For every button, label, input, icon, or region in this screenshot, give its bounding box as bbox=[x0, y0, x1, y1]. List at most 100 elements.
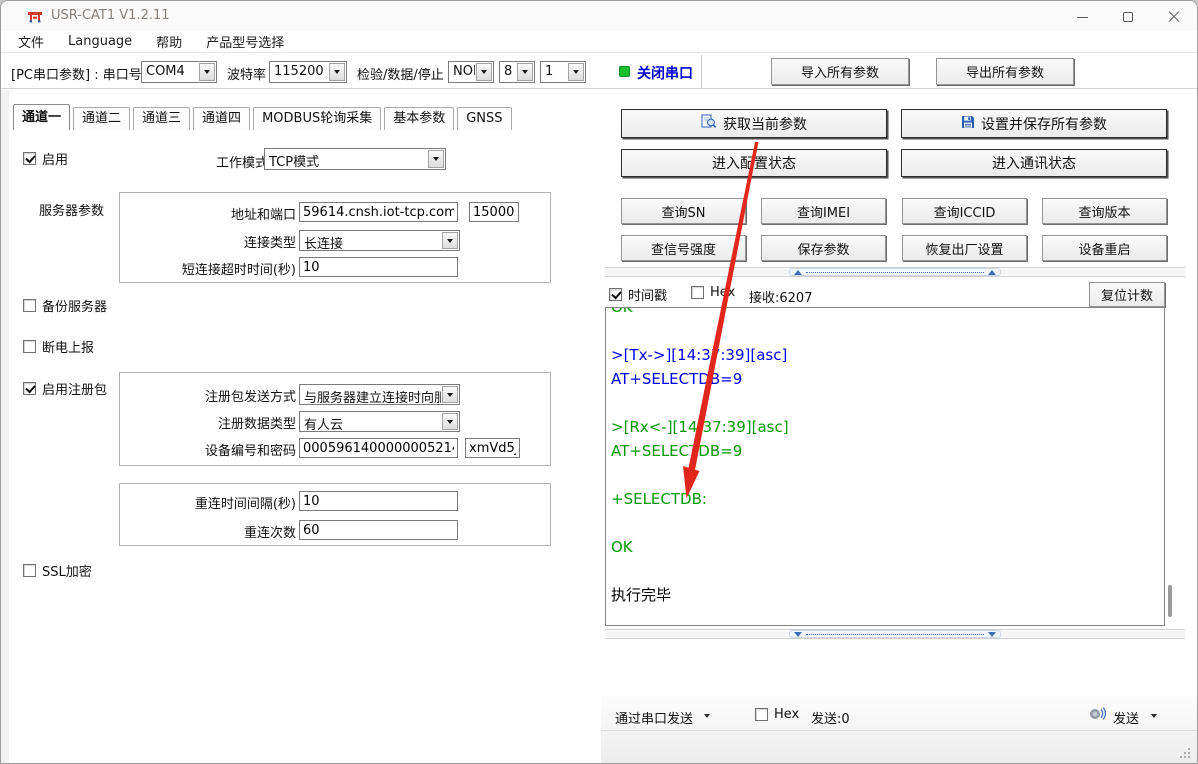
address-port-label: 地址和端口 bbox=[124, 204, 296, 223]
tab-basic-params[interactable]: 基本参数 bbox=[384, 107, 454, 130]
send-text-input-area[interactable] bbox=[605, 641, 1185, 695]
device-id-input[interactable] bbox=[299, 438, 458, 458]
query-signal-button[interactable]: 查信号强度 bbox=[621, 235, 746, 261]
export-params-button[interactable]: 导出所有参数 bbox=[936, 58, 1074, 85]
splitter-collapse-handle[interactable] bbox=[789, 630, 1001, 638]
checkbox-box[interactable] bbox=[23, 564, 36, 577]
device-password-input[interactable] bbox=[465, 438, 520, 458]
reconnect-interval-input[interactable] bbox=[299, 491, 458, 511]
chevron-down-icon[interactable] bbox=[1151, 714, 1157, 718]
splitter-top[interactable] bbox=[605, 267, 1185, 277]
chevron-down-icon[interactable] bbox=[199, 63, 215, 81]
reg-data-type-select[interactable]: 有人云 bbox=[299, 411, 460, 432]
timestamp-checkbox[interactable]: 时间戳 bbox=[609, 285, 667, 304]
server-port-input[interactable] bbox=[469, 202, 519, 222]
enable-checkbox[interactable]: 启用 bbox=[23, 149, 68, 168]
chevron-down-icon[interactable] bbox=[568, 63, 584, 81]
server-address-input[interactable] bbox=[299, 202, 458, 222]
query-iccid-button[interactable]: 查询ICCID bbox=[902, 198, 1027, 224]
chevron-down-icon[interactable] bbox=[442, 386, 458, 403]
enable-reg-pkg-checkbox[interactable]: 启用注册包 bbox=[23, 379, 107, 398]
stopbits-select[interactable]: 1 bbox=[540, 61, 586, 83]
menubar: 文件 Language 帮助 产品型号选择 bbox=[1, 31, 1197, 52]
chevron-down-icon[interactable] bbox=[329, 63, 345, 81]
tab-channel-4[interactable]: 通道四 bbox=[193, 107, 250, 130]
chevron-down-icon[interactable] bbox=[704, 714, 710, 718]
power-off-report-checkbox[interactable]: 断电上报 bbox=[23, 337, 94, 356]
checkbox-box[interactable] bbox=[23, 340, 36, 353]
checkbox-box[interactable] bbox=[23, 152, 36, 165]
com-port-select[interactable]: COM4 bbox=[141, 61, 217, 83]
checkbox-box[interactable] bbox=[23, 299, 36, 312]
log-scrollbar-thumb[interactable] bbox=[1168, 585, 1172, 617]
enter-config-button[interactable]: 进入配置状态 bbox=[621, 149, 887, 177]
tab-channel-1[interactable]: 通道一 bbox=[13, 104, 70, 130]
maximize-button[interactable] bbox=[1105, 1, 1151, 33]
reg-data-type-label: 注册数据类型 bbox=[124, 413, 296, 432]
tab-gnss[interactable]: GNSS bbox=[457, 107, 511, 130]
menu-language[interactable]: Language bbox=[68, 34, 132, 49]
floppy-disk-icon bbox=[961, 115, 975, 133]
tab-modbus-poll[interactable]: MODBUS轮询采集 bbox=[253, 107, 381, 130]
set-save-all-button[interactable]: 设置并保存所有参数 bbox=[901, 109, 1167, 138]
toolbar: [PC串口参数] : 串口号 COM4 波特率 115200 检验/数据/停止 … bbox=[1, 52, 1197, 89]
splitter-bottom[interactable] bbox=[605, 629, 1185, 639]
parity-data-stop-label: 检验/数据/停止 bbox=[357, 64, 444, 83]
send-button[interactable]: 发送 bbox=[1113, 708, 1139, 727]
query-imei-button[interactable]: 查询IMEI bbox=[761, 198, 886, 224]
ssl-checkbox[interactable]: SSL加密 bbox=[23, 561, 92, 580]
doc-search-icon bbox=[701, 114, 717, 133]
checkbox-box[interactable] bbox=[23, 382, 36, 395]
chevron-down-icon[interactable] bbox=[428, 150, 444, 168]
reconnect-times-input[interactable] bbox=[299, 520, 458, 540]
tab-channel-3[interactable]: 通道三 bbox=[133, 107, 190, 130]
short-conn-timeout-input[interactable] bbox=[299, 257, 458, 277]
query-sn-button[interactable]: 查询SN bbox=[621, 198, 746, 224]
get-params-button[interactable]: 获取当前参数 bbox=[621, 109, 887, 138]
log-output[interactable]: OK >[Tx->][14:37:39][asc]AT+SELECTDB=9 >… bbox=[605, 307, 1165, 626]
reg-send-mode-select[interactable]: 与服务器建立连接时向服务 bbox=[299, 384, 460, 405]
send-hex-checkbox[interactable]: Hex bbox=[755, 707, 799, 722]
save-params-button[interactable]: 保存参数 bbox=[761, 235, 886, 261]
window-title: USR-CAT1 V1.2.11 bbox=[51, 8, 170, 23]
server-params-group: 地址和端口 连接类型 长连接 短连接超时时间(秒) bbox=[119, 192, 551, 283]
channel-tabs: 通道一 通道二 通道三 通道四 MODBUS轮询采集 基本参数 GNSS bbox=[13, 104, 515, 130]
recv-hex-checkbox[interactable]: Hex bbox=[691, 285, 735, 300]
menu-product-model[interactable]: 产品型号选择 bbox=[206, 32, 284, 51]
menu-file[interactable]: 文件 bbox=[18, 32, 44, 51]
checkbox-box[interactable] bbox=[755, 708, 768, 721]
work-mode-select[interactable]: TCP模式 bbox=[264, 148, 446, 170]
databits-select[interactable]: 8 bbox=[499, 61, 535, 83]
checkbox-box[interactable] bbox=[691, 286, 704, 299]
device-id-label: 设备编号和密码 bbox=[124, 440, 296, 459]
splitter-collapse-handle[interactable] bbox=[789, 268, 1001, 276]
serial-params-label: [PC串口参数] : 串口号 bbox=[11, 64, 142, 83]
chevron-down-icon[interactable] bbox=[442, 232, 458, 249]
resize-grip[interactable] bbox=[1179, 747, 1191, 759]
menu-help[interactable]: 帮助 bbox=[156, 32, 182, 51]
minimize-button[interactable] bbox=[1059, 1, 1105, 33]
import-params-button[interactable]: 导入所有参数 bbox=[771, 58, 909, 85]
splitter-dots bbox=[806, 272, 984, 273]
reset-count-button[interactable]: 复位计数 bbox=[1089, 282, 1165, 307]
chevron-down-icon[interactable] bbox=[517, 63, 533, 81]
query-version-button[interactable]: 查询版本 bbox=[1042, 198, 1167, 224]
reboot-button[interactable]: 设备重启 bbox=[1042, 235, 1167, 261]
parity-select[interactable]: NONI bbox=[448, 61, 494, 83]
close-port-button[interactable]: 关闭串口 bbox=[637, 63, 693, 83]
app-logo-icon bbox=[27, 8, 43, 24]
splitter-dots bbox=[806, 634, 984, 635]
enter-comm-button[interactable]: 进入通讯状态 bbox=[901, 149, 1167, 177]
send-bar bbox=[601, 695, 1198, 764]
tab-channel-2[interactable]: 通道二 bbox=[73, 107, 130, 130]
triangle-up-icon bbox=[794, 270, 802, 275]
factory-reset-button[interactable]: 恢复出厂设置 bbox=[902, 235, 1027, 261]
close-button[interactable] bbox=[1151, 1, 1197, 33]
checkbox-box[interactable] bbox=[609, 288, 622, 301]
backup-server-checkbox[interactable]: 备份服务器 bbox=[23, 296, 107, 315]
chevron-down-icon[interactable] bbox=[476, 63, 492, 81]
conn-type-select[interactable]: 长连接 bbox=[299, 230, 460, 251]
send-via-serial-dropdown[interactable]: 通过串口发送 bbox=[615, 708, 693, 727]
baud-select[interactable]: 115200 bbox=[269, 61, 347, 83]
chevron-down-icon[interactable] bbox=[442, 413, 458, 430]
